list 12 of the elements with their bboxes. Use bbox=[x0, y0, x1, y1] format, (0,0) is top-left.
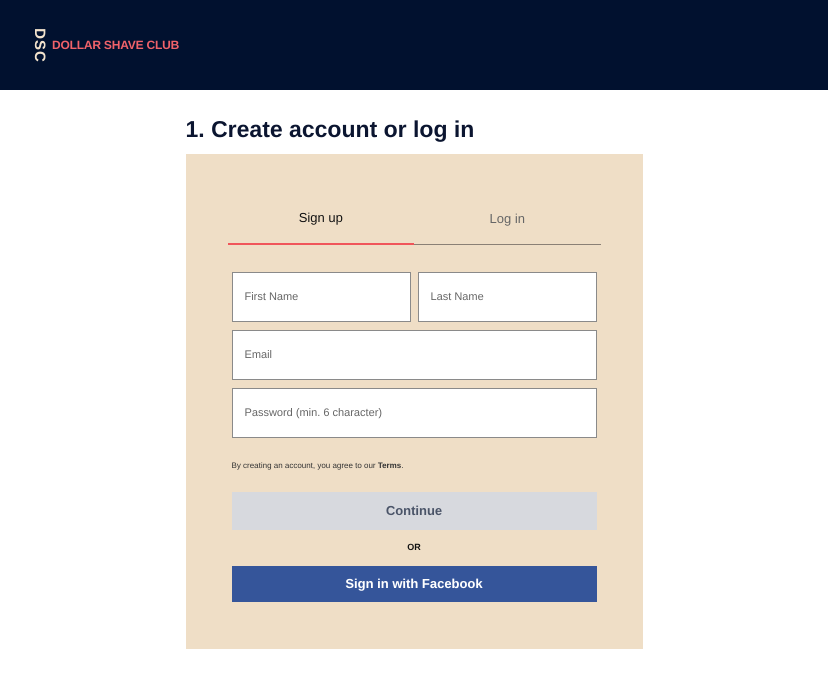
input-field[interactable]: First Name bbox=[232, 272, 410, 322]
tab[interactable]: Sign up bbox=[228, 200, 414, 245]
input-field[interactable]: Password (min. 6 character) bbox=[232, 388, 596, 438]
page-heading: 1. Create account or log in bbox=[186, 115, 476, 144]
input-field[interactable]: Last Name bbox=[418, 272, 596, 322]
logo-text[interactable]: DOLLAR SHAVE CLUB bbox=[52, 36, 180, 54]
or-separator: OR bbox=[407, 541, 421, 554]
logo-mark[interactable]: DSC bbox=[32, 28, 46, 62]
tab[interactable]: Log in bbox=[414, 200, 600, 245]
facebook-button[interactable]: Sign in with Facebook bbox=[232, 566, 596, 602]
terms-text: By creating an account, you agree to our Terms. bbox=[230, 460, 404, 472]
input-field[interactable]: Email bbox=[232, 330, 596, 380]
